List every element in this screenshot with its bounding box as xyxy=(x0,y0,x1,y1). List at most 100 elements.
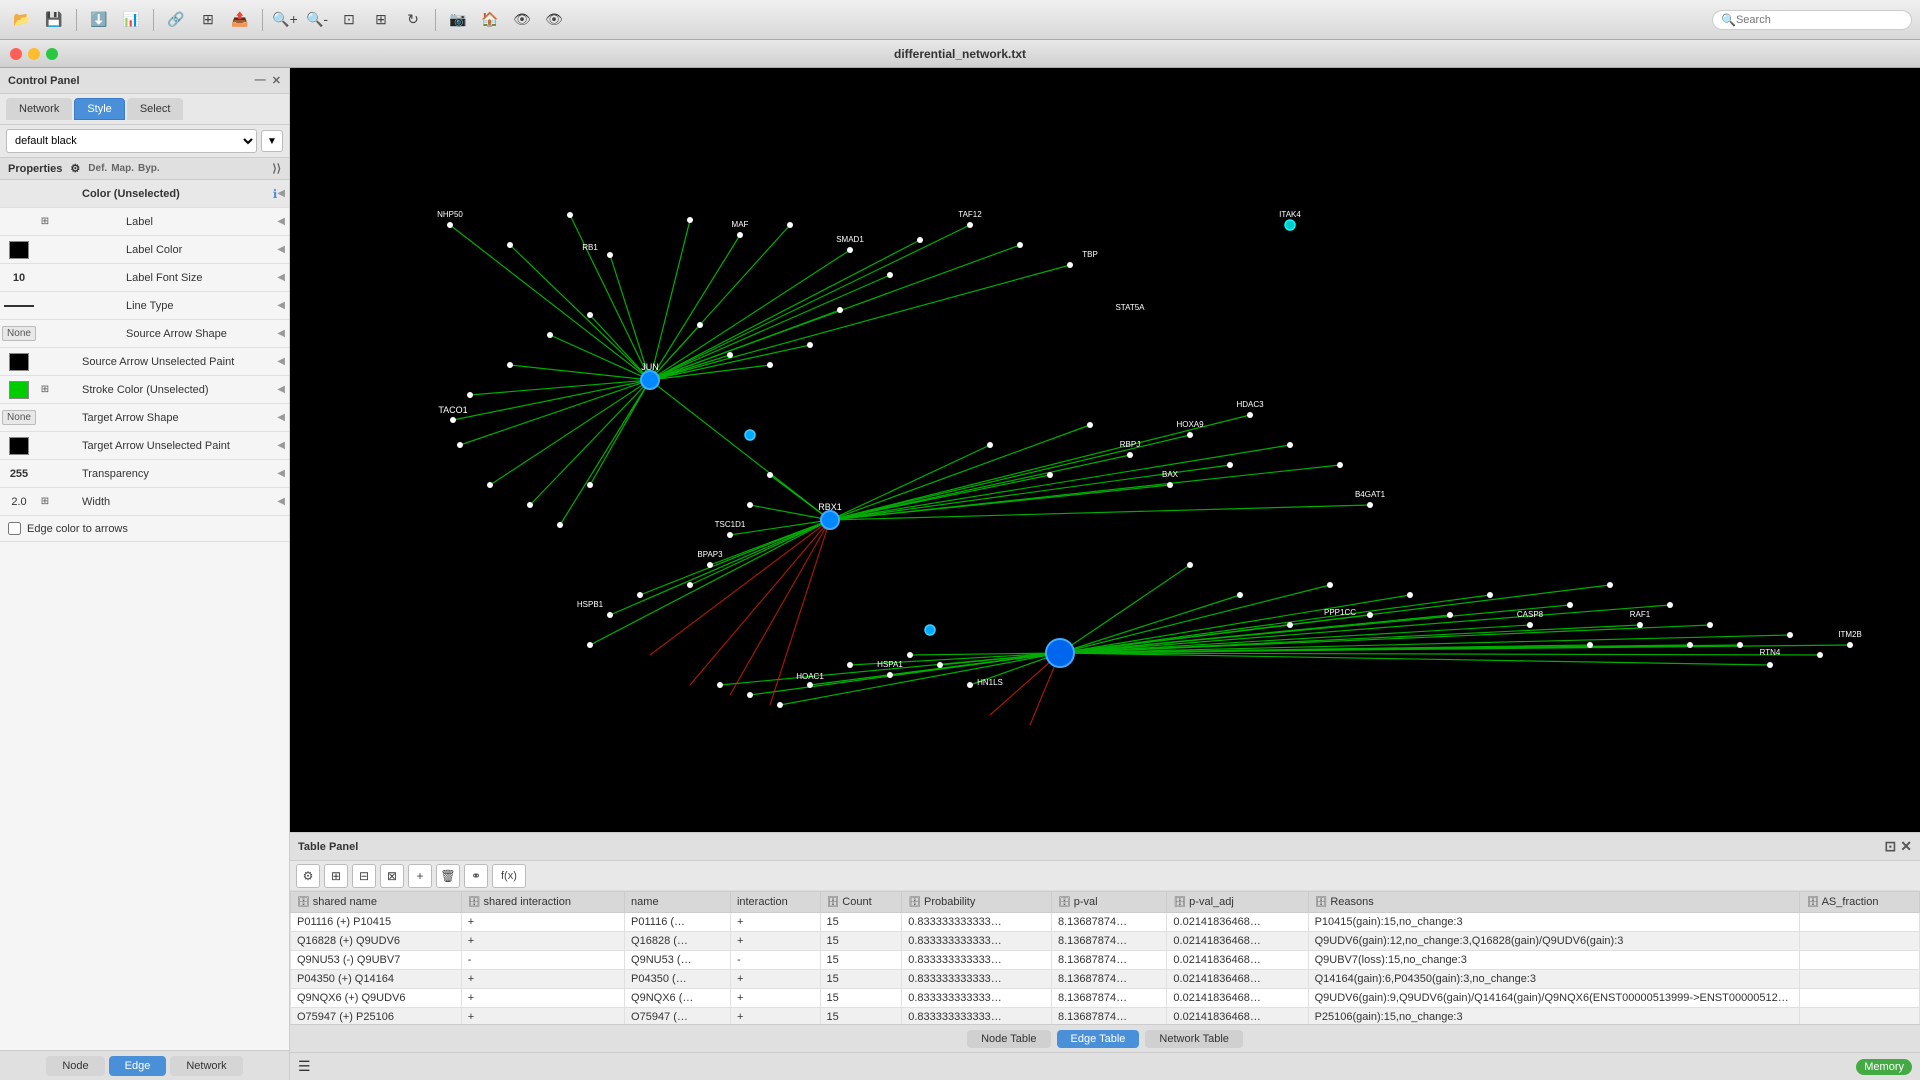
cell-as-fraction xyxy=(1800,1008,1920,1025)
network-canvas[interactable]: JUN RBX1 TACO1 NHP50 TAF12 TBP MAF RB1 S… xyxy=(290,68,1920,832)
table-columns-btn[interactable]: ⊞ xyxy=(324,864,348,888)
prop-map-label[interactable]: ⊞ xyxy=(34,216,56,227)
prop-map-width[interactable]: ⊞ xyxy=(34,496,56,507)
screenshot-btn[interactable]: 📷 xyxy=(444,6,472,34)
col-probability[interactable]: 🗄 Probability xyxy=(902,892,1052,913)
label-arrow[interactable]: ◀ xyxy=(277,216,285,227)
tgt-arrow-paint-swatch[interactable] xyxy=(9,437,29,455)
tab-node-table[interactable]: Node Table xyxy=(967,1030,1050,1048)
label-color-arrow[interactable]: ◀ xyxy=(277,244,285,255)
src-arrow-paint-arrow[interactable]: ◀ xyxy=(277,356,285,367)
tab-node[interactable]: Node xyxy=(46,1056,104,1076)
save-btn[interactable]: 💾 xyxy=(40,6,68,34)
table-btn[interactable]: 📊 xyxy=(117,6,145,34)
home-btn[interactable]: 🏠 xyxy=(476,6,504,34)
eye-btn[interactable]: 👁 xyxy=(540,6,568,34)
tgt-arrow-paint-arrow[interactable]: ◀ xyxy=(277,440,285,451)
table-merge-btn[interactable]: ⊟ xyxy=(352,864,376,888)
tab-edge-table[interactable]: Edge Table xyxy=(1057,1030,1140,1048)
share-btn[interactable]: 🔗 xyxy=(162,6,190,34)
prop-tgt-arrow-paint-row: Target Arrow Unselected Paint ◀ xyxy=(0,432,289,460)
cell-reasons: P25106(gain):15,no_change:3 xyxy=(1308,1008,1800,1025)
maximize-btn[interactable] xyxy=(46,48,58,60)
style-dropdown[interactable]: default black xyxy=(6,129,257,153)
tgt-arrow-none: None xyxy=(2,410,36,425)
transparency-arrow[interactable]: ◀ xyxy=(277,468,285,479)
stroke-color-arrow[interactable]: ◀ xyxy=(277,384,285,395)
settings-icon[interactable]: ⚙ xyxy=(70,162,80,175)
cell-shared-name: Q9NQX6 (+) Q9UDV6 xyxy=(291,989,462,1008)
zoom-out-btn[interactable]: 🔍- xyxy=(303,6,331,34)
zoom-in-btn[interactable]: 🔍+ xyxy=(271,6,299,34)
cell-shared-name: P04350 (+) Q14164 xyxy=(291,970,462,989)
zoom-sel-btn[interactable]: ⊞ xyxy=(367,6,395,34)
zoom-fit-btn[interactable]: ⊡ xyxy=(335,6,363,34)
edge-color-arrows-label: Edge color to arrows xyxy=(27,523,128,535)
tab-edge[interactable]: Edge xyxy=(109,1056,167,1076)
font-size-arrow[interactable]: ◀ xyxy=(277,272,285,283)
export-btn[interactable]: 📤 xyxy=(226,6,254,34)
style-bar: default black ▼ xyxy=(0,125,289,158)
cell-as-fraction xyxy=(1800,913,1920,932)
table-row: P01116 (+) P10415 + P01116 (… + 15 0.833… xyxy=(291,913,1920,932)
tab-style[interactable]: Style xyxy=(74,98,124,120)
label-color-swatch[interactable] xyxy=(9,241,29,259)
width-arrow[interactable]: ◀ xyxy=(277,496,285,507)
col-as-fraction[interactable]: 🗄 AS_fraction xyxy=(1800,892,1920,913)
prop-map-stroke[interactable]: ⊞ xyxy=(34,384,56,395)
search-input[interactable] xyxy=(1736,14,1903,26)
search-icon: 🔍 xyxy=(1721,13,1736,27)
minimize-btn[interactable] xyxy=(28,48,40,60)
stroke-color-swatch[interactable] xyxy=(9,381,29,399)
sep3 xyxy=(262,9,263,31)
grid-btn[interactable]: ⊞ xyxy=(194,6,222,34)
col-pval[interactable]: 🗄 p-val xyxy=(1052,892,1167,913)
svg-text:RBPJ: RBPJ xyxy=(1120,440,1140,449)
cell-count: 15 xyxy=(820,913,902,932)
cell-as-fraction xyxy=(1800,951,1920,970)
refresh-btn[interactable]: ↻ xyxy=(399,6,427,34)
col-interaction[interactable]: interaction xyxy=(730,892,820,913)
src-arrow-arrow[interactable]: ◀ xyxy=(277,328,285,339)
table-close-btn[interactable]: ✕ xyxy=(1900,838,1912,855)
hide-btn[interactable]: 👁 xyxy=(508,6,536,34)
panel-minimize-icon[interactable]: — xyxy=(255,74,266,87)
col-count[interactable]: 🗄 Count xyxy=(820,892,902,913)
style-options-btn[interactable]: ▼ xyxy=(261,130,283,152)
import-btn[interactable]: ⬇️ xyxy=(85,6,113,34)
src-arrow-paint-swatch[interactable] xyxy=(9,353,29,371)
table-panel-header: Table Panel ⊡ ✕ xyxy=(290,833,1920,861)
color-expand-icon[interactable]: ◀ xyxy=(277,188,285,199)
table-formula-btn[interactable]: f(x) xyxy=(492,864,526,888)
collapse-icon[interactable]: ⟩⟩ xyxy=(272,162,281,175)
table-row: Q9NU53 (-) Q9UBV7 - Q9NU53 (… - 15 0.833… xyxy=(291,951,1920,970)
table-split-btn[interactable]: ⊠ xyxy=(380,864,404,888)
tab-network[interactable]: Network xyxy=(6,98,72,120)
panel-close-icon[interactable]: ✕ xyxy=(272,74,281,87)
table-settings-btn[interactable]: ⚙ xyxy=(296,864,320,888)
col-reasons[interactable]: 🗄 Reasons xyxy=(1308,892,1800,913)
sep1 xyxy=(76,9,77,31)
prop-def-sarrow: None xyxy=(4,326,34,341)
open-file-btn[interactable]: 📂 xyxy=(8,6,36,34)
col-shared-name[interactable]: 🗄 shared name xyxy=(291,892,462,913)
tgt-arrow-arrow[interactable]: ◀ xyxy=(277,412,285,423)
tab-network-bottom[interactable]: Network xyxy=(170,1056,242,1076)
line-type-arrow[interactable]: ◀ xyxy=(277,300,285,311)
panel-bottom-tabs: Node Edge Network xyxy=(0,1050,289,1080)
table-add-btn[interactable]: + xyxy=(408,864,432,888)
close-btn[interactable] xyxy=(10,48,22,60)
table-delete-btn[interactable]: 🗑 xyxy=(436,864,460,888)
tab-select[interactable]: Select xyxy=(127,98,184,120)
tab-network-table[interactable]: Network Table xyxy=(1145,1030,1243,1048)
table-expand-btn[interactable]: ⊡ xyxy=(1885,838,1897,855)
table-link-btn[interactable]: ⚭ xyxy=(464,864,488,888)
prop-label-color: Color (Unselected) xyxy=(78,188,273,200)
line-type-prop-label: Line Type xyxy=(122,300,277,312)
list-icon[interactable]: ☰ xyxy=(298,1058,311,1075)
cell-interaction: + xyxy=(730,932,820,951)
col-pval-adj[interactable]: 🗄 p-val_adj xyxy=(1167,892,1308,913)
edge-color-arrows-checkbox[interactable] xyxy=(8,522,21,535)
col-name[interactable]: name xyxy=(625,892,731,913)
col-shared-interaction[interactable]: 🗄 shared interaction xyxy=(461,892,624,913)
